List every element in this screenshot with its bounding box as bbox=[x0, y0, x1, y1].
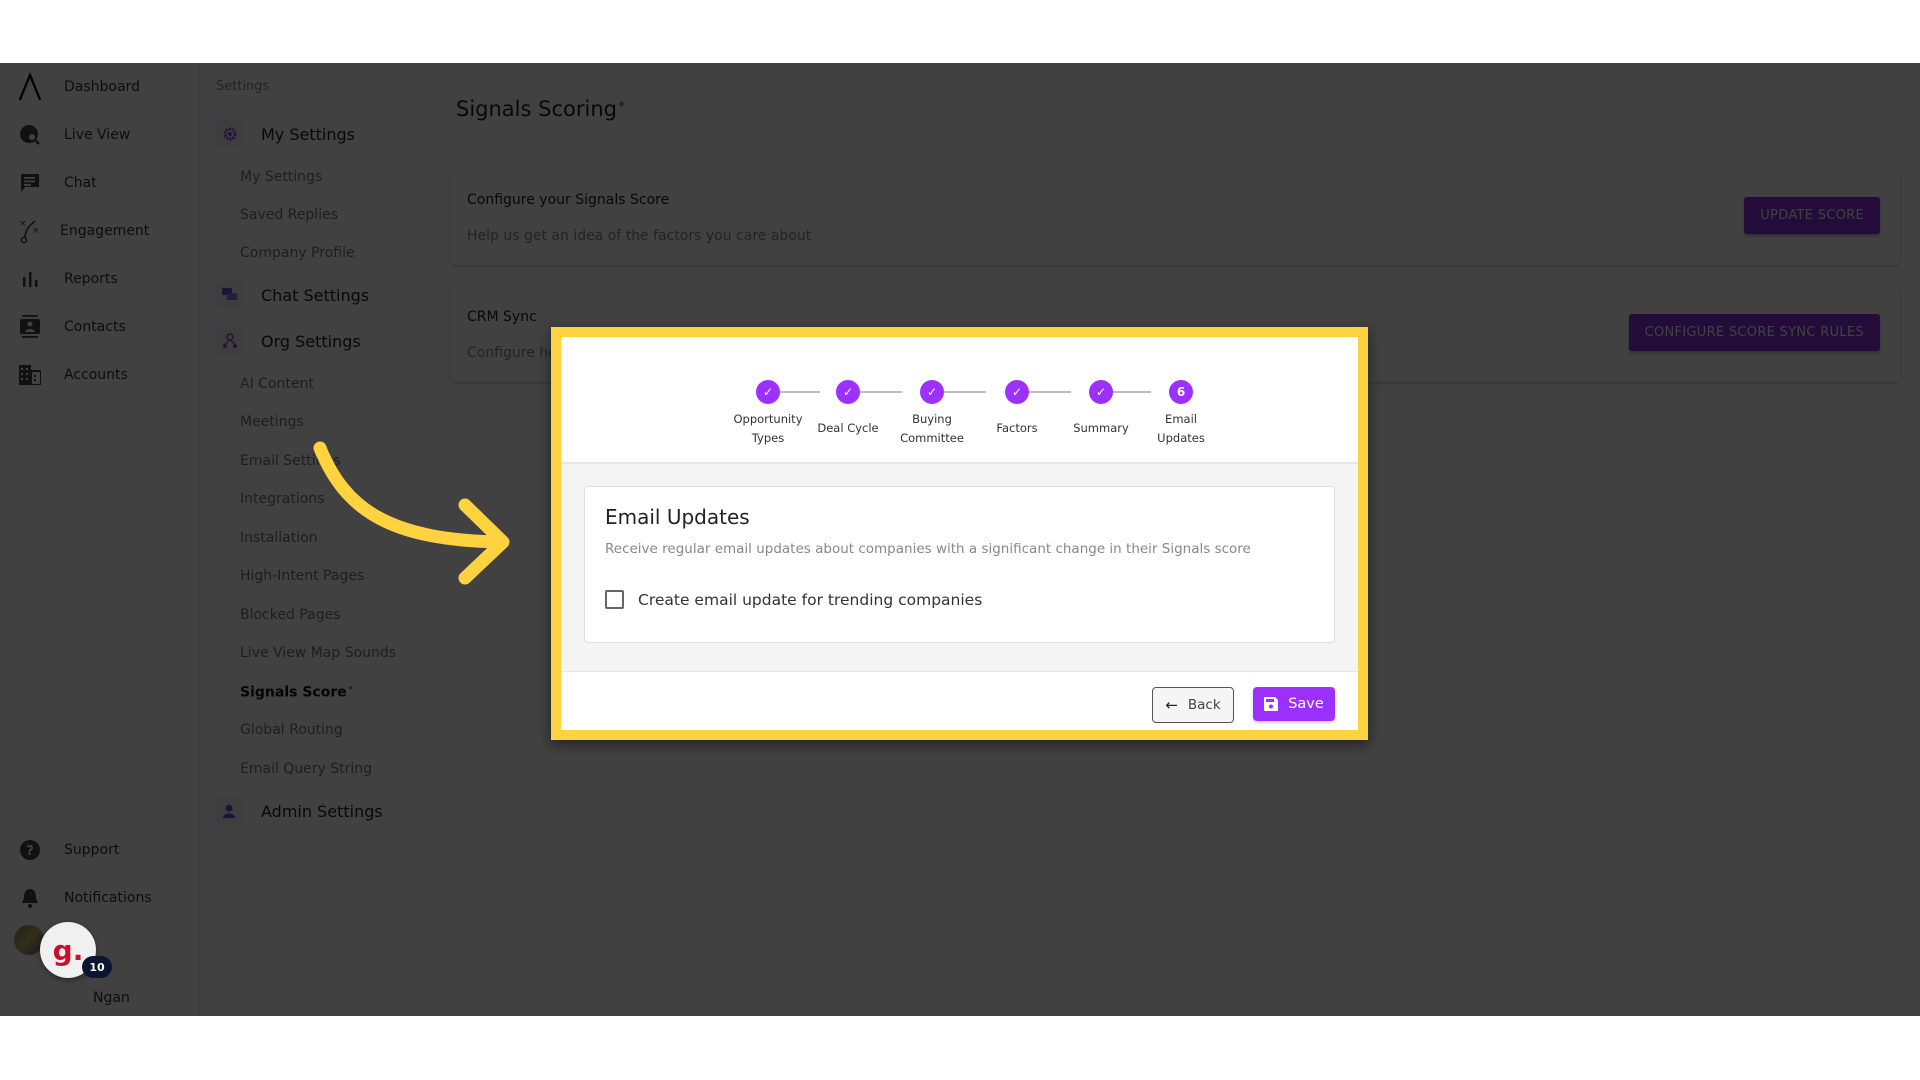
step-buying-committee[interactable]: ✓ Buying Committee bbox=[887, 380, 977, 448]
save-button[interactable]: Save bbox=[1253, 687, 1335, 721]
arrow-left-icon: ← bbox=[1165, 696, 1178, 714]
step-opportunity-types[interactable]: ✓ Opportunity Types bbox=[723, 380, 813, 448]
back-button[interactable]: ← Back bbox=[1152, 687, 1234, 723]
widget-badge: 10 bbox=[82, 956, 112, 978]
trending-companies-checkbox[interactable] bbox=[605, 590, 624, 609]
back-label: Back bbox=[1187, 697, 1221, 713]
step-label: Email Updates bbox=[1157, 412, 1205, 445]
highlight-frame: ✓ Opportunity Types ✓ Deal Cycle ✓ Buying… bbox=[551, 327, 1368, 740]
check-icon: ✓ bbox=[920, 380, 944, 404]
trending-companies-option[interactable]: Create email update for trending compani… bbox=[605, 590, 982, 609]
step-deal-cycle[interactable]: ✓ Deal Cycle bbox=[803, 380, 893, 438]
floppy-disk-icon bbox=[1264, 697, 1279, 711]
step-label: Deal Cycle bbox=[817, 421, 879, 435]
step-label: Factors bbox=[996, 421, 1038, 435]
dialog-footer: ← Back Save bbox=[561, 672, 1358, 730]
email-updates-dialog: ✓ Opportunity Types ✓ Deal Cycle ✓ Buying… bbox=[561, 337, 1358, 730]
email-updates-section: Email Updates Receive regular email upda… bbox=[584, 486, 1335, 643]
step-label: Summary bbox=[1073, 421, 1129, 435]
check-icon: ✓ bbox=[1089, 380, 1113, 404]
section-description: Receive regular email updates about comp… bbox=[605, 541, 1251, 557]
save-label: Save bbox=[1288, 696, 1324, 712]
dialog-body: Email Updates Receive regular email upda… bbox=[561, 464, 1358, 672]
step-label: Opportunity Types bbox=[733, 412, 803, 445]
stepper: ✓ Opportunity Types ✓ Deal Cycle ✓ Buying… bbox=[561, 337, 1358, 464]
step-factors[interactable]: ✓ Factors bbox=[972, 380, 1062, 438]
check-icon: ✓ bbox=[1005, 380, 1029, 404]
section-title: Email Updates bbox=[605, 505, 750, 529]
checkbox-label: Create email update for trending compani… bbox=[638, 590, 983, 609]
check-icon: ✓ bbox=[756, 380, 780, 404]
widget-logo: g. bbox=[52, 933, 84, 967]
step-email-updates[interactable]: 6 Email Updates bbox=[1136, 380, 1226, 448]
step-number: 6 bbox=[1169, 380, 1193, 404]
check-icon: ✓ bbox=[836, 380, 860, 404]
step-label: Buying Committee bbox=[900, 412, 964, 445]
tutorial-arrow-icon bbox=[313, 441, 510, 585]
step-summary[interactable]: ✓ Summary bbox=[1056, 380, 1146, 438]
